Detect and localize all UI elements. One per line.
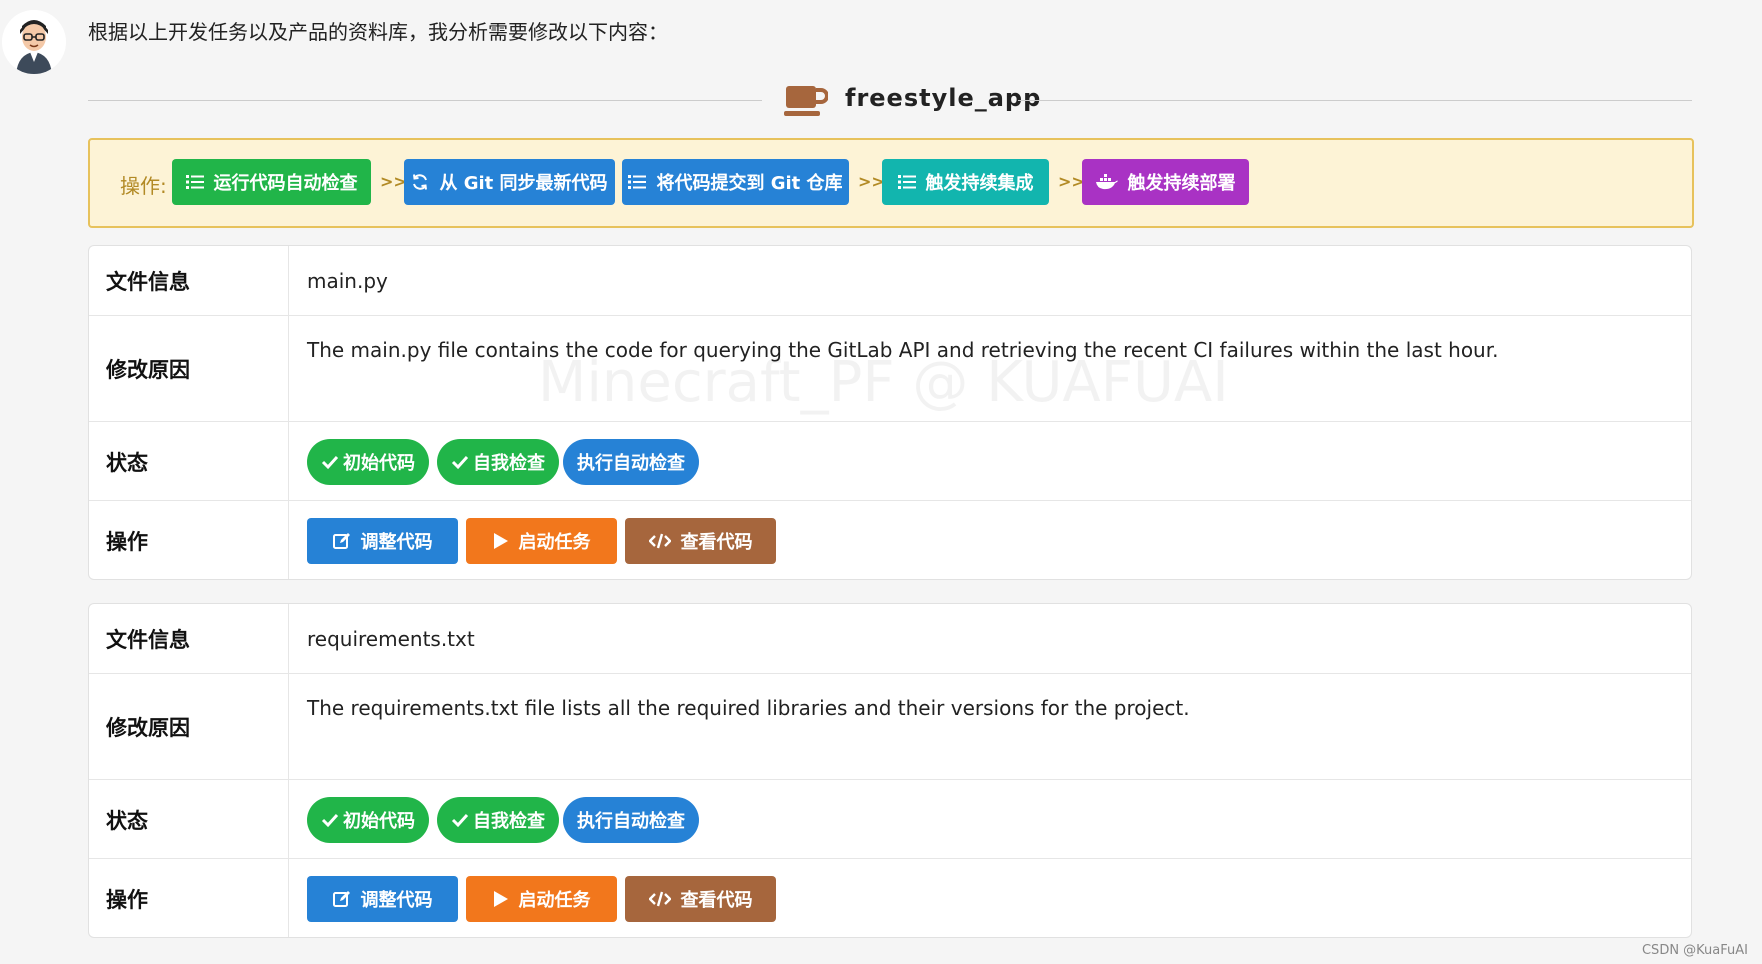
file-name: main.py (307, 268, 388, 293)
status-row: 状态 初始代码 自我检查 执行自动检查 (89, 421, 1691, 501)
check-icon (321, 812, 339, 828)
adjust-code-label: 调整代码 (360, 889, 433, 911)
reason-text: The requirements.txt file lists all the … (307, 696, 1190, 720)
status-badge-label: 初始代码 (343, 810, 415, 832)
view-code-label: 查看代码 (680, 889, 753, 911)
trigger-cd-label: 触发持续部署 (1127, 173, 1236, 194)
list-check-icon (897, 174, 916, 190)
reason-text: The main.py file contains the code for q… (307, 338, 1499, 362)
reason-row: 修改原因 The main.py file contains the code … (89, 315, 1691, 422)
play-icon (493, 890, 509, 908)
status-badge-label: 初始代码 (343, 452, 415, 474)
code-icon (648, 891, 671, 907)
list-check-icon (628, 174, 647, 190)
status-label: 状态 (89, 422, 289, 501)
status-badge-self-check: 自我检查 (437, 796, 559, 843)
start-task-button[interactable]: 启动任务 (466, 517, 617, 564)
check-icon (321, 454, 339, 470)
avatar-icon (2, 10, 66, 74)
status-label: 状态 (89, 780, 289, 859)
status-badge-label: 自我检查 (473, 810, 545, 832)
action-row: 操作 调整代码 启动任务 查看代码 (89, 858, 1691, 937)
sync-from-git-button[interactable]: 从 Git 同步最新代码 (404, 159, 615, 205)
check-icon (451, 812, 469, 828)
avatar (2, 10, 66, 74)
start-task-label: 启动任务 (518, 531, 591, 553)
csdn-credit: CSDN @KuaFuAI (1641, 943, 1748, 958)
status-badge-auto-check: 执行自动检查 (563, 796, 699, 843)
start-task-label: 启动任务 (518, 889, 591, 911)
file-card-main-py: 文件信息 main.py 修改原因 The main.py file conta… (88, 245, 1692, 580)
coffee-cup-icon (784, 84, 828, 118)
status-badge-label: 自我检查 (473, 452, 545, 474)
action-list: 调整代码 启动任务 查看代码 (290, 859, 1691, 937)
run-auto-check-button[interactable]: 运行代码自动检查 (172, 159, 371, 205)
view-code-button[interactable]: 查看代码 (625, 517, 776, 564)
list-check-icon (185, 174, 204, 190)
divider-right (1018, 100, 1692, 101)
reason-label: 修改原因 (89, 316, 289, 422)
action-list: 调整代码 启动任务 查看代码 (290, 501, 1691, 579)
sync-icon (411, 173, 429, 191)
trigger-ci-button[interactable]: 触发持续集成 (882, 159, 1049, 205)
file-info-label: 文件信息 (89, 604, 289, 673)
status-list: 初始代码 自我检查 执行自动检查 (290, 780, 1691, 859)
action-label: 操作 (89, 859, 289, 937)
status-list: 初始代码 自我检查 执行自动检查 (290, 422, 1691, 501)
trigger-ci-label: 触发持续集成 (925, 173, 1034, 194)
reason-row: 修改原因 The requirements.txt file lists all… (89, 673, 1691, 780)
action-label: 操作 (89, 501, 289, 579)
status-row: 状态 初始代码 自我检查 执行自动检查 (89, 779, 1691, 859)
operations-bar: 操作: 运行代码自动检查 >> 从 Git 同步最新代码 将代码提交到 Git … (88, 138, 1694, 228)
code-icon (648, 533, 671, 549)
file-info-row: 文件信息 requirements.txt (89, 604, 1691, 673)
flow-arrow: >> (1058, 172, 1085, 191)
edit-icon (332, 532, 351, 550)
operations-label: 操作: (120, 174, 167, 198)
status-badge-initial-code: 初始代码 (307, 796, 429, 843)
docker-icon (1095, 174, 1118, 190)
flow-arrow: >> (380, 172, 407, 191)
file-info-row: 文件信息 main.py (89, 246, 1691, 315)
status-badge-self-check: 自我检查 (437, 438, 559, 485)
adjust-code-label: 调整代码 (360, 531, 433, 553)
status-badge-label: 执行自动检查 (577, 810, 685, 832)
view-code-label: 查看代码 (680, 531, 753, 553)
adjust-code-button[interactable]: 调整代码 (307, 517, 458, 564)
file-info-label: 文件信息 (89, 246, 289, 315)
view-code-button[interactable]: 查看代码 (625, 875, 776, 922)
commit-to-git-button[interactable]: 将代码提交到 Git 仓库 (622, 159, 849, 205)
check-icon (451, 454, 469, 470)
commit-to-git-label: 将代码提交到 Git 仓库 (656, 173, 843, 194)
reason-label: 修改原因 (89, 674, 289, 780)
trigger-cd-button[interactable]: 触发持续部署 (1082, 159, 1249, 205)
intro-message: 根据以上开发任务以及产品的资料库，我分析需要修改以下内容： (88, 20, 668, 44)
app-title: freestyle_app (845, 84, 1042, 112)
flow-arrow: >> (858, 172, 885, 191)
play-icon (493, 532, 509, 550)
edit-icon (332, 890, 351, 908)
run-auto-check-label: 运行代码自动检查 (213, 173, 358, 194)
action-row: 操作 调整代码 启动任务 查看代码 (89, 500, 1691, 579)
file-name: requirements.txt (307, 626, 475, 651)
sync-from-git-label: 从 Git 同步最新代码 (439, 173, 608, 194)
status-badge-initial-code: 初始代码 (307, 438, 429, 485)
status-badge-label: 执行自动检查 (577, 452, 685, 474)
status-badge-auto-check: 执行自动检查 (563, 438, 699, 485)
start-task-button[interactable]: 启动任务 (466, 875, 617, 922)
file-card-requirements: 文件信息 requirements.txt 修改原因 The requireme… (88, 603, 1692, 938)
divider-left (88, 100, 762, 101)
adjust-code-button[interactable]: 调整代码 (307, 875, 458, 922)
app-title-row: freestyle_app (88, 80, 1692, 120)
